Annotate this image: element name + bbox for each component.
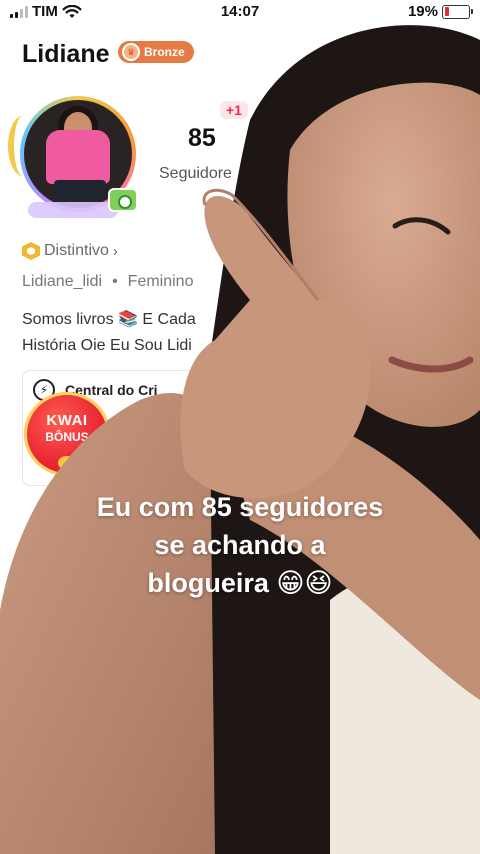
level-medal-icon: ♛ bbox=[122, 43, 140, 61]
kwai-bonus-button[interactable]: KWAI BÔNUS bbox=[24, 392, 110, 476]
caption-line: se achando a bbox=[154, 530, 326, 560]
profile-meta: Lidiane_lidi • Feminino bbox=[22, 273, 193, 291]
followers-label[interactable]: Seguidore bbox=[159, 165, 232, 183]
cloud-decoration-icon bbox=[28, 202, 118, 218]
profile-bio: Somos livros 📚 E Cada História Oie Eu So… bbox=[22, 307, 252, 359]
status-right: 19% bbox=[407, 3, 473, 20]
profile-name: Lidiane bbox=[22, 40, 110, 68]
badge-label: Distintivo bbox=[44, 242, 109, 259]
battery-icon bbox=[442, 4, 473, 19]
camera-icon bbox=[108, 188, 138, 212]
gender: Feminino bbox=[127, 273, 194, 290]
avatar-legs bbox=[54, 180, 106, 200]
kwai-bonus-line2: BÔNUS bbox=[45, 430, 89, 444]
avatar[interactable] bbox=[8, 92, 148, 220]
screen: TIM 14:07 19% Lidiane ♛ Bronze +1 85 Seg… bbox=[0, 0, 480, 854]
chevron-right-icon: › bbox=[112, 242, 118, 260]
avatar-shirt bbox=[46, 130, 110, 184]
bio-line: Somos livros 📚 E Cada bbox=[22, 311, 196, 328]
username: Lidiane_lidi bbox=[22, 273, 103, 290]
follow-delta-badge: +1 bbox=[220, 101, 248, 119]
caption-line: Eu com 85 seguidores bbox=[96, 492, 384, 522]
battery-fill bbox=[444, 7, 449, 16]
level-badge[interactable]: ♛ Bronze bbox=[118, 41, 194, 63]
status-bar: TIM 14:07 19% bbox=[0, 0, 480, 24]
caption-line: blogueira 😁😆 bbox=[147, 568, 333, 598]
video-caption: Eu com 85 seguidores se achando a blogue… bbox=[0, 488, 480, 602]
bio-line: História Oie Eu Sou Lidi bbox=[22, 337, 192, 354]
coin-icon bbox=[58, 456, 76, 470]
level-badge-label: Bronze bbox=[144, 45, 185, 59]
profile-page: Lidiane ♛ Bronze +1 85 Seguidore Distint… bbox=[0, 0, 480, 854]
badge-link[interactable]: Distintivo › bbox=[22, 242, 118, 260]
followers-count[interactable]: 85 bbox=[188, 124, 216, 153]
kwai-bonus-line1: KWAI bbox=[46, 412, 88, 429]
meta-separator: • bbox=[112, 273, 118, 290]
battery-percent: 19% bbox=[407, 3, 438, 20]
badge-hexagon-icon bbox=[22, 242, 40, 260]
